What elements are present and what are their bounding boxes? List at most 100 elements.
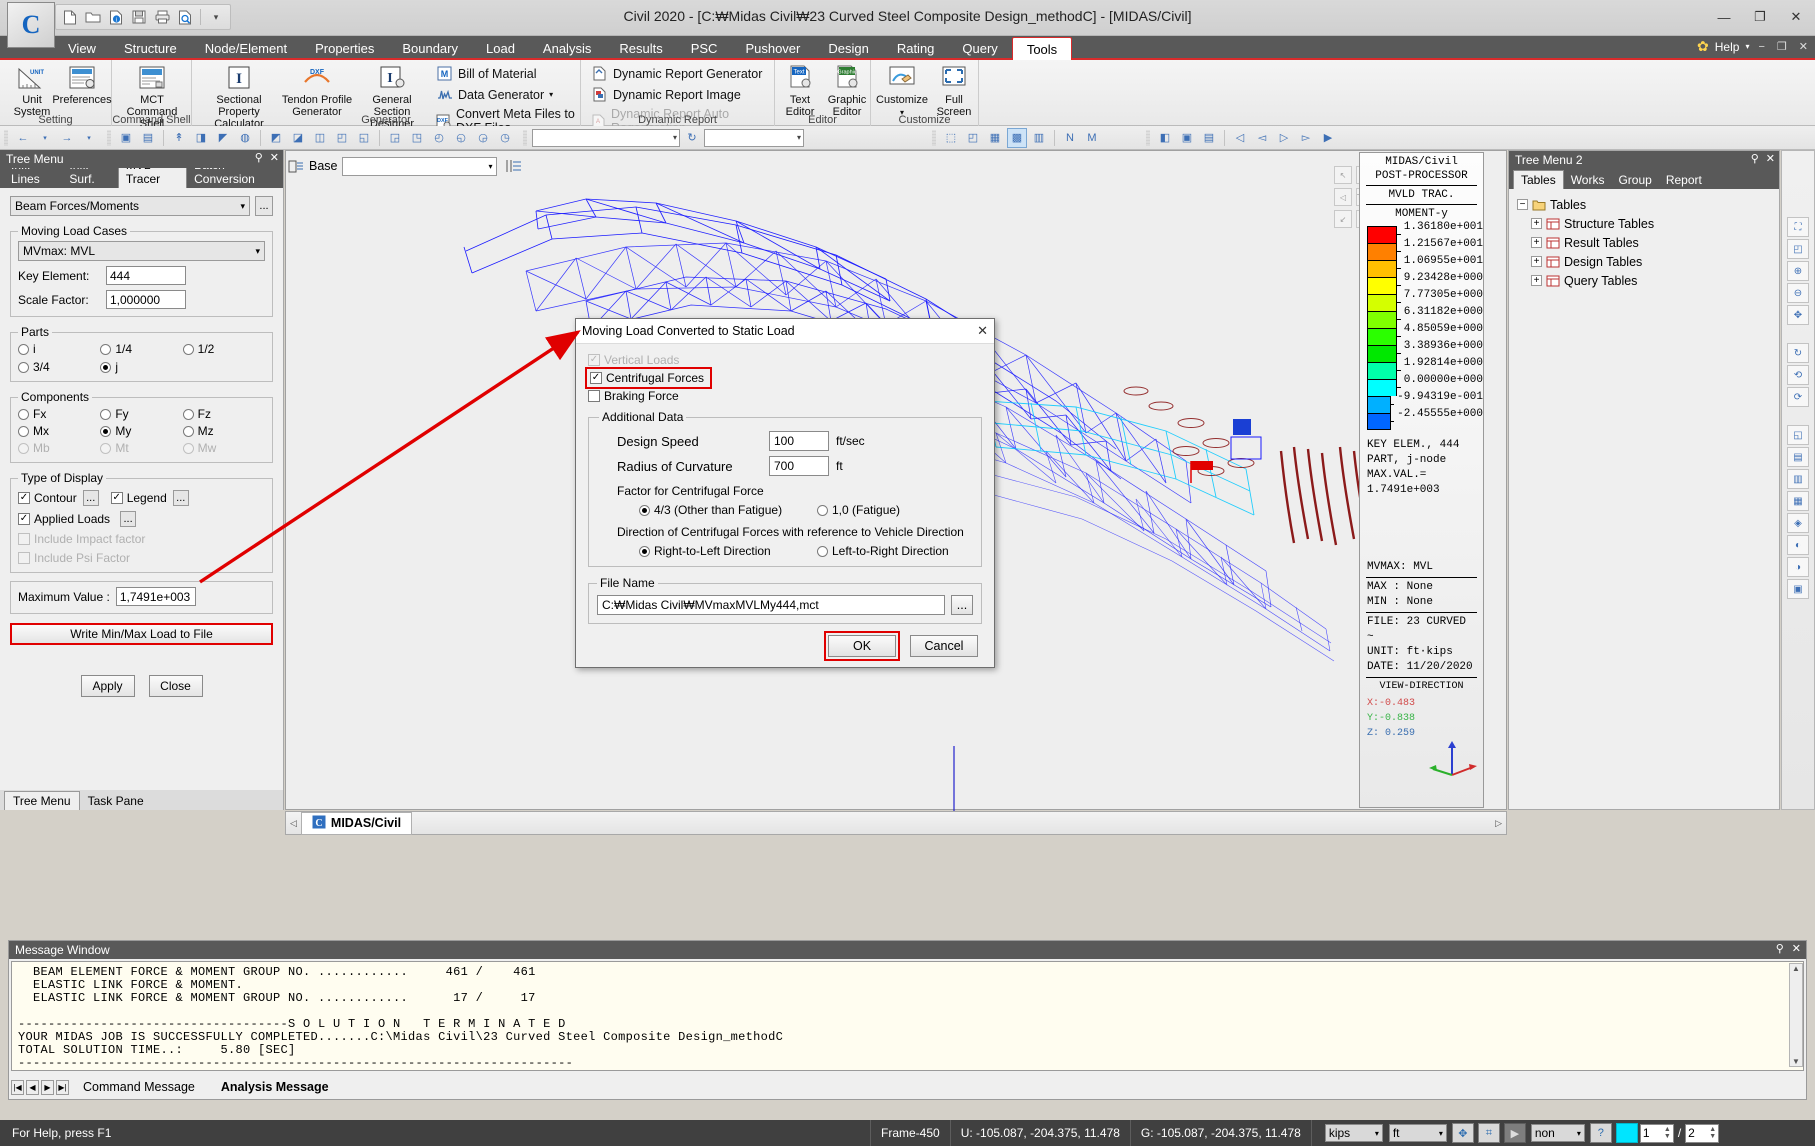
menu-item-load[interactable]: Load xyxy=(472,36,529,60)
help-caret-icon[interactable]: ▾ xyxy=(1745,42,1749,51)
menu-item-pushover[interactable]: Pushover xyxy=(731,36,814,60)
write-min-max-load-button[interactable]: Write Min/Max Load to File xyxy=(10,623,273,645)
doc-tab-right-arrow-icon[interactable]: ▷ xyxy=(1495,818,1502,829)
rail-capture-icon[interactable]: ▣ xyxy=(1787,579,1809,599)
expander-icon[interactable]: + xyxy=(1531,256,1542,267)
dynamic-report-image-item[interactable]: Dynamic Report Image xyxy=(591,86,741,103)
msg-next-icon[interactable]: ▶ xyxy=(41,1079,54,1095)
result-type-select[interactable]: Beam Forces/Moments ▾ xyxy=(10,196,250,216)
nav-tool-group[interactable]: ← ▾ → ▾ xyxy=(0,127,103,149)
undo-arrow-icon[interactable]: ← xyxy=(13,128,33,148)
select-single-icon[interactable]: ↟ xyxy=(169,128,189,148)
data-generator-item[interactable]: Data Generator ▾ xyxy=(436,86,553,103)
menu-item-psc[interactable]: PSC xyxy=(677,36,732,60)
tree-node-query-tables[interactable]: + Query Tables xyxy=(1531,271,1771,290)
page-current-spinner[interactable]: 1 ▲ ▼ xyxy=(1639,1123,1674,1143)
force-unit-select[interactable]: kips ▾ xyxy=(1324,1124,1383,1142)
dialog-ok-button[interactable]: OK xyxy=(828,635,896,657)
help-zone[interactable]: ✿ Help ▾ − ❐ ✕ xyxy=(1697,38,1811,55)
length-unit-caret-icon[interactable]: ▾ xyxy=(1439,1129,1443,1138)
rail-zoom-window-icon[interactable]: ◰ xyxy=(1787,239,1809,259)
msg-prev-icon[interactable]: ◀ xyxy=(26,1079,39,1095)
component-option-mx[interactable]: Mx xyxy=(18,424,100,438)
filter-combo-1[interactable]: ▾ xyxy=(532,128,680,147)
help-label[interactable]: Help xyxy=(1715,40,1740,54)
inactive-icon[interactable]: ◵ xyxy=(451,128,471,148)
select-recent-icon[interactable]: ◱ xyxy=(354,128,374,148)
factor-option-4-3[interactable]: 4/3 (Other than Fatigue) xyxy=(639,503,817,517)
radius-input[interactable]: 700 xyxy=(769,456,829,476)
tree-menu-header-buttons[interactable]: ⚲ ✕ xyxy=(255,151,279,164)
tree-root-tables[interactable]: − Tables xyxy=(1517,195,1771,214)
anim-play-icon[interactable]: ▷ xyxy=(1274,128,1294,148)
settings-gear-icon[interactable]: ✿ xyxy=(1697,38,1709,55)
menu-item-boundary[interactable]: Boundary xyxy=(388,36,472,60)
page-total-spinner[interactable]: 2 ▲ ▼ xyxy=(1685,1123,1720,1143)
document-tab-midas-civil[interactable]: C MIDAS/Civil xyxy=(300,811,413,835)
rail-zoom-fit-icon[interactable]: ⛶ xyxy=(1787,217,1809,237)
group-activate-icon[interactable]: ◷ xyxy=(495,128,515,148)
tree-menu-2-tab-report[interactable]: Report xyxy=(1659,171,1709,189)
msg-tab-command[interactable]: Command Message xyxy=(71,1079,207,1095)
legend-checkbox[interactable]: ✓ Legend xyxy=(110,491,167,505)
document-tab-bar[interactable]: ◁ C MIDAS/Civil ▷ xyxy=(285,811,1507,835)
rail-hidden-icon[interactable]: ◑ xyxy=(1787,557,1809,577)
moving-load-case-caret-icon[interactable]: ▾ xyxy=(255,246,260,257)
activate-all-icon[interactable]: ◶ xyxy=(473,128,493,148)
stage-prev-icon[interactable]: ◧ xyxy=(1155,128,1175,148)
parts-options[interactable]: i 1/4 1/2 3/4 j xyxy=(18,342,265,374)
customize-button[interactable]: Customize ▾ xyxy=(873,63,931,119)
message-window-header-buttons[interactable]: ⚲ ✕ xyxy=(1776,942,1801,955)
doc-close-button[interactable]: ✕ xyxy=(1796,40,1811,53)
page-total-spin-icon[interactable]: ▲ ▼ xyxy=(1709,1126,1716,1140)
maximize-button[interactable]: ❐ xyxy=(1747,6,1773,28)
unselect-window-icon[interactable]: ◲ xyxy=(385,128,405,148)
expander-icon[interactable]: + xyxy=(1531,218,1542,229)
expander-icon[interactable]: + xyxy=(1531,237,1542,248)
component-option-fy[interactable]: Fy xyxy=(100,407,182,421)
direction-option-left-to-right[interactable]: Left-to-Right Direction xyxy=(817,544,949,558)
rail-pan-icon[interactable]: ✥ xyxy=(1787,305,1809,325)
close-button[interactable]: ✕ xyxy=(1783,6,1809,28)
anim-first-icon[interactable]: ◁ xyxy=(1230,128,1250,148)
msg-first-icon[interactable]: |◀ xyxy=(11,1079,24,1095)
filter-combo-2[interactable]: ▾ xyxy=(704,128,804,147)
file-browse-button[interactable]: ... xyxy=(951,595,973,615)
result-type-caret-icon[interactable]: ▾ xyxy=(240,201,245,212)
preferences-button[interactable]: Preferences xyxy=(52,63,112,106)
components-options[interactable]: Fx Fy Fz Mx My Mz Mb Mt Mw xyxy=(18,407,265,455)
element-number-icon[interactable]: M xyxy=(1082,128,1102,148)
text-editor-button[interactable]: Text Text Editor xyxy=(777,63,823,118)
message-window-tabs[interactable]: |◀ ◀ ▶ ▶| Command Message Analysis Messa… xyxy=(11,1077,1804,1097)
component-option-mz[interactable]: Mz xyxy=(182,424,265,438)
anim-last-icon[interactable]: ▶ xyxy=(1318,128,1338,148)
moving-load-dialog[interactable]: Moving Load Converted to Static Load ✕ ✓… xyxy=(575,318,995,668)
pin-icon-2[interactable]: ⚲ xyxy=(1751,152,1759,165)
bottom-tab-tree-menu[interactable]: Tree Menu xyxy=(4,791,80,810)
message-window-close-icon[interactable]: ✕ xyxy=(1792,942,1801,955)
menu-item-rating[interactable]: Rating xyxy=(883,36,949,60)
render-shaded-icon[interactable]: ▩ xyxy=(1007,127,1027,148)
rail-perspective-icon[interactable]: ◈ xyxy=(1787,513,1809,533)
rail-right-view-icon[interactable]: ▦ xyxy=(1787,491,1809,511)
select-previous-icon[interactable]: ◰ xyxy=(332,128,352,148)
part-option-3-4[interactable]: 3/4 xyxy=(18,360,100,374)
tree-node-result-tables[interactable]: + Result Tables xyxy=(1531,233,1771,252)
tree-menu-bottom-tabs[interactable]: Tree Menu Task Pane xyxy=(0,790,283,810)
rail-front-view-icon[interactable]: ▥ xyxy=(1787,469,1809,489)
stage-table-icon[interactable]: ▤ xyxy=(1199,128,1219,148)
menu-item-properties[interactable]: Properties xyxy=(301,36,388,60)
select-circle-icon[interactable]: ◍ xyxy=(235,128,255,148)
msg-last-icon[interactable]: ▶| xyxy=(56,1079,69,1095)
active-icon[interactable]: ◴ xyxy=(429,128,449,148)
factor-options-row[interactable]: 4/3 (Other than Fatigue) 1,0 (Fatigue) xyxy=(599,503,971,517)
snap-mode-caret-icon[interactable]: ▾ xyxy=(1577,1129,1581,1138)
help-question-icon[interactable]: ? xyxy=(1589,1123,1612,1143)
tree-menu-close-icon[interactable]: ✕ xyxy=(270,151,279,164)
app-logo[interactable]: C xyxy=(7,2,55,48)
anim-next-icon[interactable]: ▻ xyxy=(1296,128,1316,148)
part-option-1-2[interactable]: 1/2 xyxy=(182,342,265,356)
select-identity-icon[interactable]: ◫ xyxy=(310,128,330,148)
applied-loads-more-button[interactable]: ... xyxy=(120,511,137,527)
toolbar-grip-5[interactable] xyxy=(1146,129,1150,146)
